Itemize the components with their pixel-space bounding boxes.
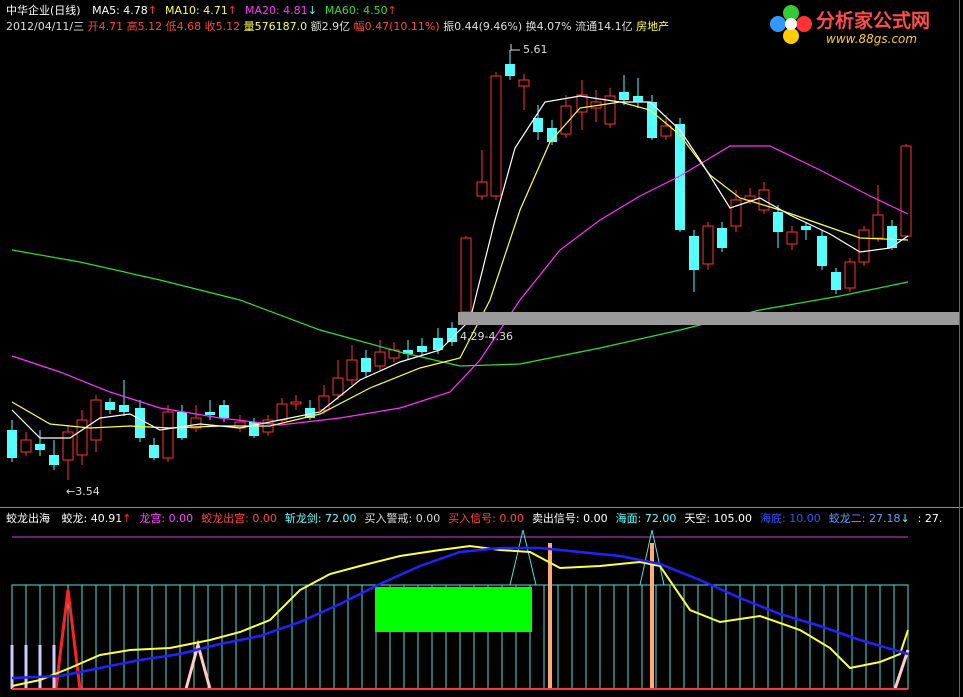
indicator-chart <box>10 529 910 690</box>
sword-spike <box>509 529 537 586</box>
green-signal-block <box>375 587 532 632</box>
